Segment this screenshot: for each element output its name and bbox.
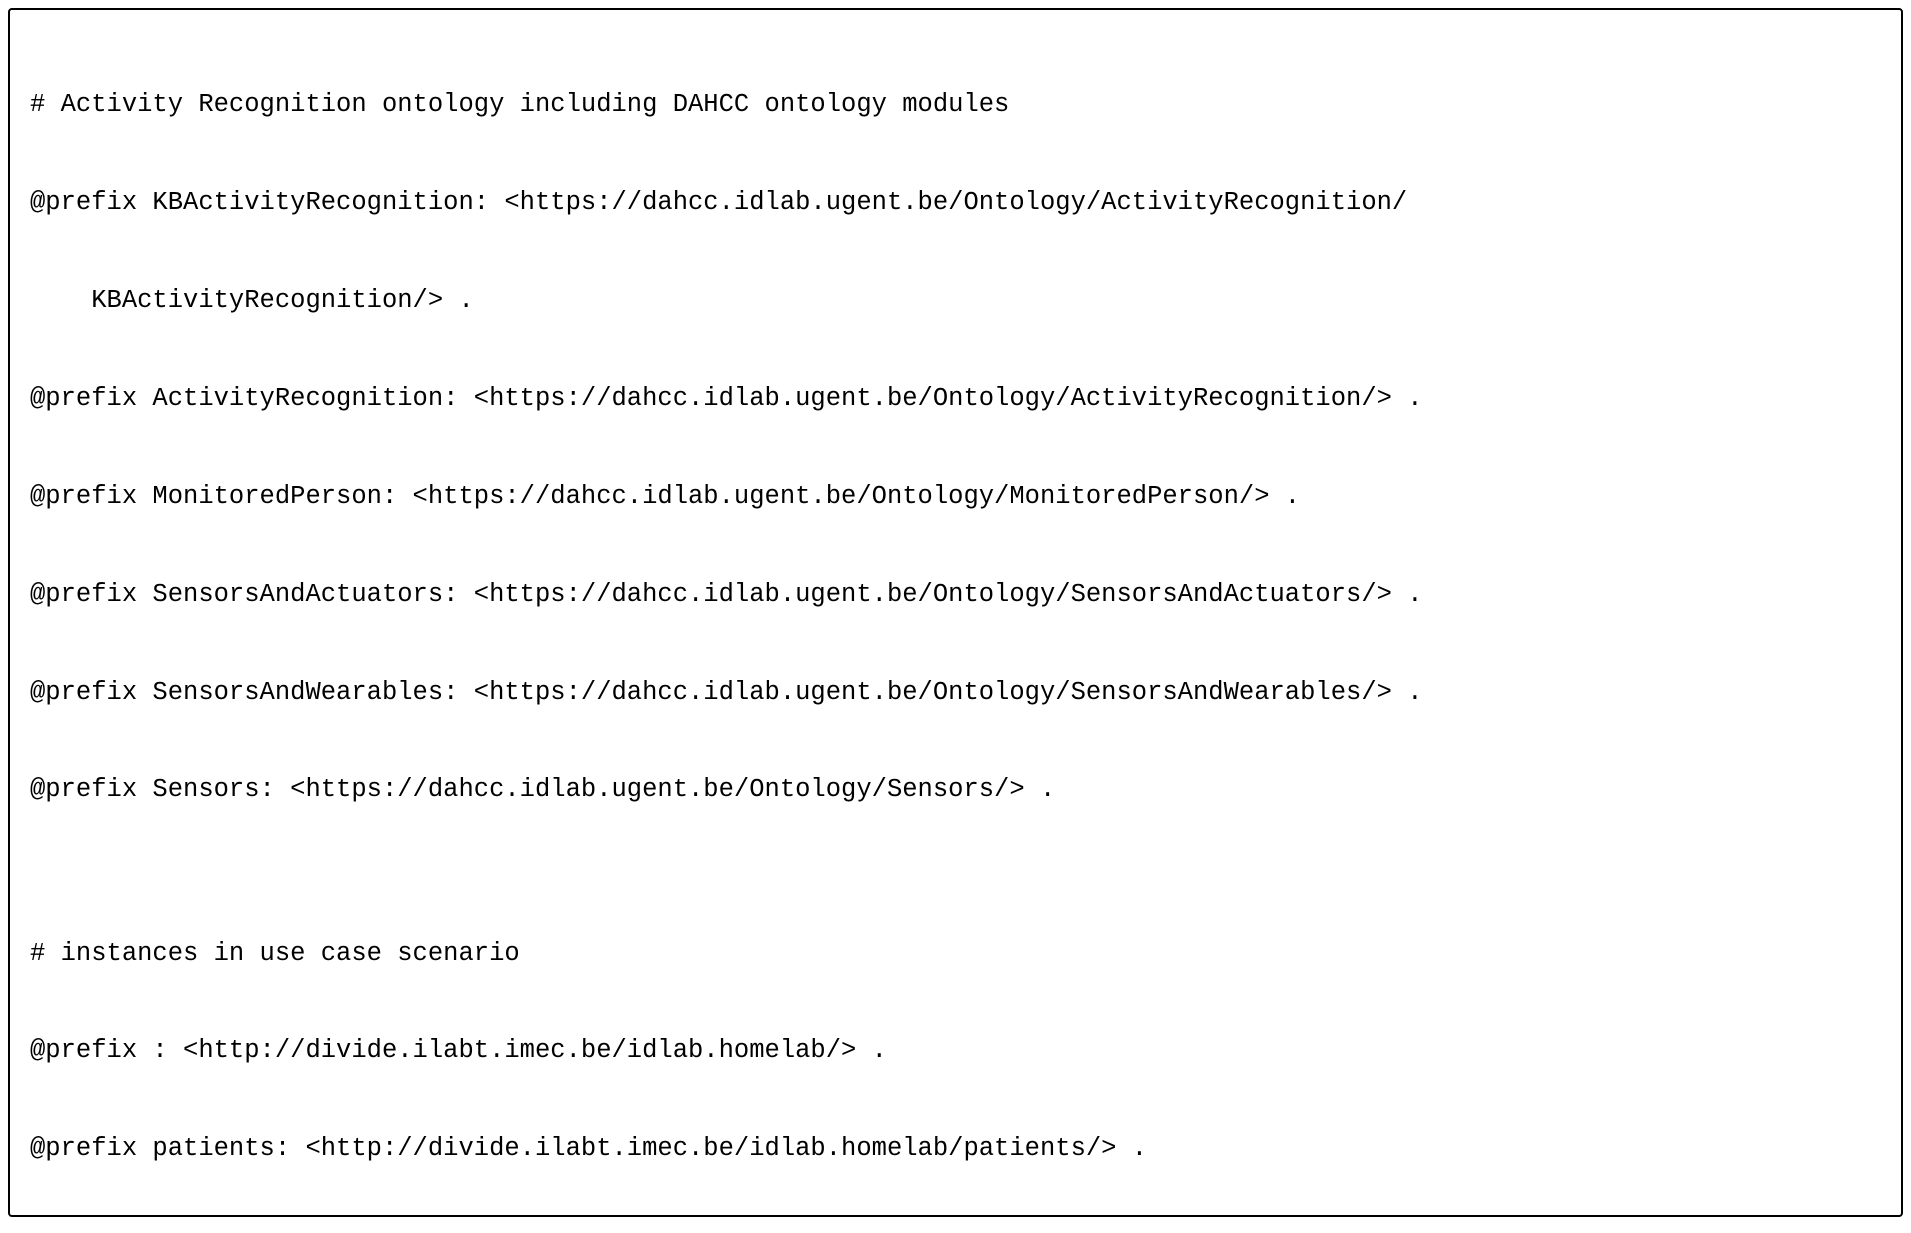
code-line: # instances in use case scenario [30,938,1881,971]
code-listing-box: # Activity Recognition ontology includin… [8,8,1903,1217]
code-line: @prefix SensorsAndWearables: <https://da… [30,677,1881,710]
code-line: @prefix patients: <http://divide.ilabt.i… [30,1133,1881,1166]
code-line: @prefix Sensors: <https://dahcc.idlab.ug… [30,774,1881,807]
code-line: @prefix : <http://divide.ilabt.imec.be/i… [30,1035,1881,1068]
code-line: @prefix SensorsAndActuators: <https://da… [30,579,1881,612]
code-line: KBActivityRecognition/> . [30,285,1881,318]
code-line: @prefix ActivityRecognition: <https://da… [30,383,1881,416]
code-line: # Activity Recognition ontology includin… [30,89,1881,122]
code-line: @prefix KBActivityRecognition: <https://… [30,187,1881,220]
code-line: @prefix MonitoredPerson: <https://dahcc.… [30,481,1881,514]
